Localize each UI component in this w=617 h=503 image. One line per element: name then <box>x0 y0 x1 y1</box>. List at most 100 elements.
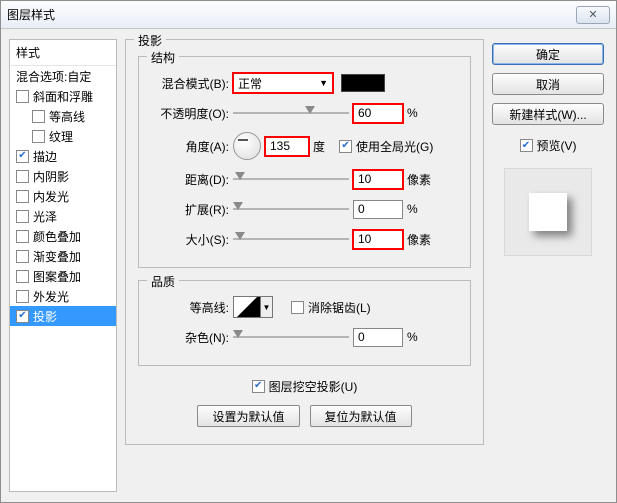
spread-label: 扩展(R): <box>151 201 229 218</box>
chevron-down-icon: ▼ <box>261 296 273 318</box>
style-item-checkbox[interactable] <box>16 270 29 283</box>
style-item-checkbox[interactable] <box>16 150 29 163</box>
opacity-slider[interactable] <box>233 105 349 121</box>
preview-checkbox[interactable] <box>520 139 533 152</box>
contour-thumb-icon <box>233 296 261 318</box>
distance-input[interactable]: 10 <box>353 170 403 189</box>
quality-group: 品质 等高线: ▼ 消除锯齿(L) 杂色(N): <box>138 280 471 366</box>
layer-style-dialog: 图层样式 ✕ 样式 混合选项:自定 斜面和浮雕等高线纹理描边内阴影内发光光泽颜色… <box>0 0 617 503</box>
style-item-0[interactable]: 斜面和浮雕 <box>10 86 116 106</box>
style-item-checkbox[interactable] <box>16 210 29 223</box>
settings-panel: 投影 结构 混合模式(B): 正常▼ 不透明度(O): 60 % <box>125 39 484 492</box>
angle-input[interactable]: 135 <box>265 137 309 156</box>
style-item-8[interactable]: 渐变叠加 <box>10 246 116 266</box>
color-swatch[interactable] <box>341 74 385 92</box>
style-item-1[interactable]: 等高线 <box>10 106 116 126</box>
style-item-checkbox[interactable] <box>16 230 29 243</box>
knockout-checkbox[interactable] <box>252 380 265 393</box>
style-item-4[interactable]: 内阴影 <box>10 166 116 186</box>
distance-slider[interactable] <box>233 171 349 187</box>
spread-input[interactable]: 0 <box>353 200 403 219</box>
preview-label: 预览(V) <box>537 137 577 154</box>
style-item-label: 内发光 <box>33 188 69 205</box>
style-item-6[interactable]: 光泽 <box>10 206 116 226</box>
style-item-10[interactable]: 外发光 <box>10 286 116 306</box>
structure-group: 结构 混合模式(B): 正常▼ 不透明度(O): 60 % 角度(A): <box>138 56 471 268</box>
style-item-5[interactable]: 内发光 <box>10 186 116 206</box>
style-item-checkbox[interactable] <box>16 190 29 203</box>
size-label: 大小(S): <box>151 231 229 248</box>
contour-picker[interactable]: ▼ <box>233 296 273 318</box>
angle-dial[interactable] <box>233 132 261 160</box>
size-unit: 像素 <box>407 231 431 248</box>
style-item-label: 光泽 <box>33 208 57 225</box>
style-item-checkbox[interactable] <box>16 310 29 323</box>
style-item-9[interactable]: 图案叠加 <box>10 266 116 286</box>
style-item-label: 斜面和浮雕 <box>33 88 93 105</box>
close-button[interactable]: ✕ <box>576 6 610 24</box>
style-item-checkbox[interactable] <box>16 290 29 303</box>
style-item-label: 渐变叠加 <box>33 248 81 265</box>
knockout-label: 图层挖空投影(U) <box>269 378 358 395</box>
quality-title: 品质 <box>147 273 179 290</box>
cancel-button[interactable]: 取消 <box>492 73 604 95</box>
structure-title: 结构 <box>147 49 179 66</box>
style-item-label: 纹理 <box>49 128 73 145</box>
chevron-down-icon: ▼ <box>319 78 328 88</box>
spread-slider[interactable] <box>233 201 349 217</box>
blend-mode-combo[interactable]: 正常▼ <box>233 73 333 93</box>
noise-input[interactable]: 0 <box>353 328 403 347</box>
style-item-2[interactable]: 纹理 <box>10 126 116 146</box>
size-input[interactable]: 10 <box>353 230 403 249</box>
drop-shadow-title: 投影 <box>134 32 166 49</box>
global-light-checkbox[interactable] <box>339 140 352 153</box>
style-item-11[interactable]: 投影 <box>10 306 116 326</box>
antialias-checkbox[interactable] <box>291 301 304 314</box>
style-list: 样式 混合选项:自定 斜面和浮雕等高线纹理描边内阴影内发光光泽颜色叠加渐变叠加图… <box>9 39 117 492</box>
style-list-header: 样式 <box>10 40 116 66</box>
style-item-label: 颜色叠加 <box>33 228 81 245</box>
preview-box <box>504 168 592 256</box>
blend-options-label: 混合选项:自定 <box>16 68 91 85</box>
distance-label: 距离(D): <box>151 171 229 188</box>
style-item-label: 等高线 <box>49 108 85 125</box>
style-item-checkbox[interactable] <box>32 130 45 143</box>
angle-unit: 度 <box>313 138 325 155</box>
style-item-label: 投影 <box>33 308 57 325</box>
distance-unit: 像素 <box>407 171 431 188</box>
style-item-label: 内阴影 <box>33 168 69 185</box>
noise-unit: % <box>407 330 418 344</box>
new-style-button[interactable]: 新建样式(W)... <box>492 103 604 125</box>
style-item-label: 图案叠加 <box>33 268 81 285</box>
set-default-button[interactable]: 设置为默认值 <box>197 405 299 427</box>
blend-options-row[interactable]: 混合选项:自定 <box>10 66 116 86</box>
dialog-body: 样式 混合选项:自定 斜面和浮雕等高线纹理描边内阴影内发光光泽颜色叠加渐变叠加图… <box>1 29 616 502</box>
opacity-unit: % <box>407 106 418 120</box>
reset-default-button[interactable]: 复位为默认值 <box>310 405 412 427</box>
noise-label: 杂色(N): <box>151 329 229 346</box>
titlebar[interactable]: 图层样式 ✕ <box>1 1 616 29</box>
drop-shadow-group: 投影 结构 混合模式(B): 正常▼ 不透明度(O): 60 % <box>125 39 484 445</box>
blend-mode-label: 混合模式(B): <box>151 75 229 92</box>
preview-square-icon <box>529 193 567 231</box>
right-panel: 确定 取消 新建样式(W)... 预览(V) <box>492 39 604 492</box>
global-light-label: 使用全局光(G) <box>356 138 433 155</box>
ok-button[interactable]: 确定 <box>492 43 604 65</box>
style-item-checkbox[interactable] <box>16 90 29 103</box>
style-item-label: 描边 <box>33 148 57 165</box>
style-item-7[interactable]: 颜色叠加 <box>10 226 116 246</box>
window-title: 图层样式 <box>7 6 576 23</box>
contour-label: 等高线: <box>151 299 229 316</box>
opacity-label: 不透明度(O): <box>151 105 229 122</box>
style-item-checkbox[interactable] <box>16 250 29 263</box>
style-item-checkbox[interactable] <box>32 110 45 123</box>
size-slider[interactable] <box>233 231 349 247</box>
style-item-checkbox[interactable] <box>16 170 29 183</box>
style-item-label: 外发光 <box>33 288 69 305</box>
opacity-input[interactable]: 60 <box>353 104 403 123</box>
antialias-label: 消除锯齿(L) <box>308 299 371 316</box>
style-item-3[interactable]: 描边 <box>10 146 116 166</box>
noise-slider[interactable] <box>233 329 349 345</box>
angle-label: 角度(A): <box>151 138 229 155</box>
spread-unit: % <box>407 202 418 216</box>
